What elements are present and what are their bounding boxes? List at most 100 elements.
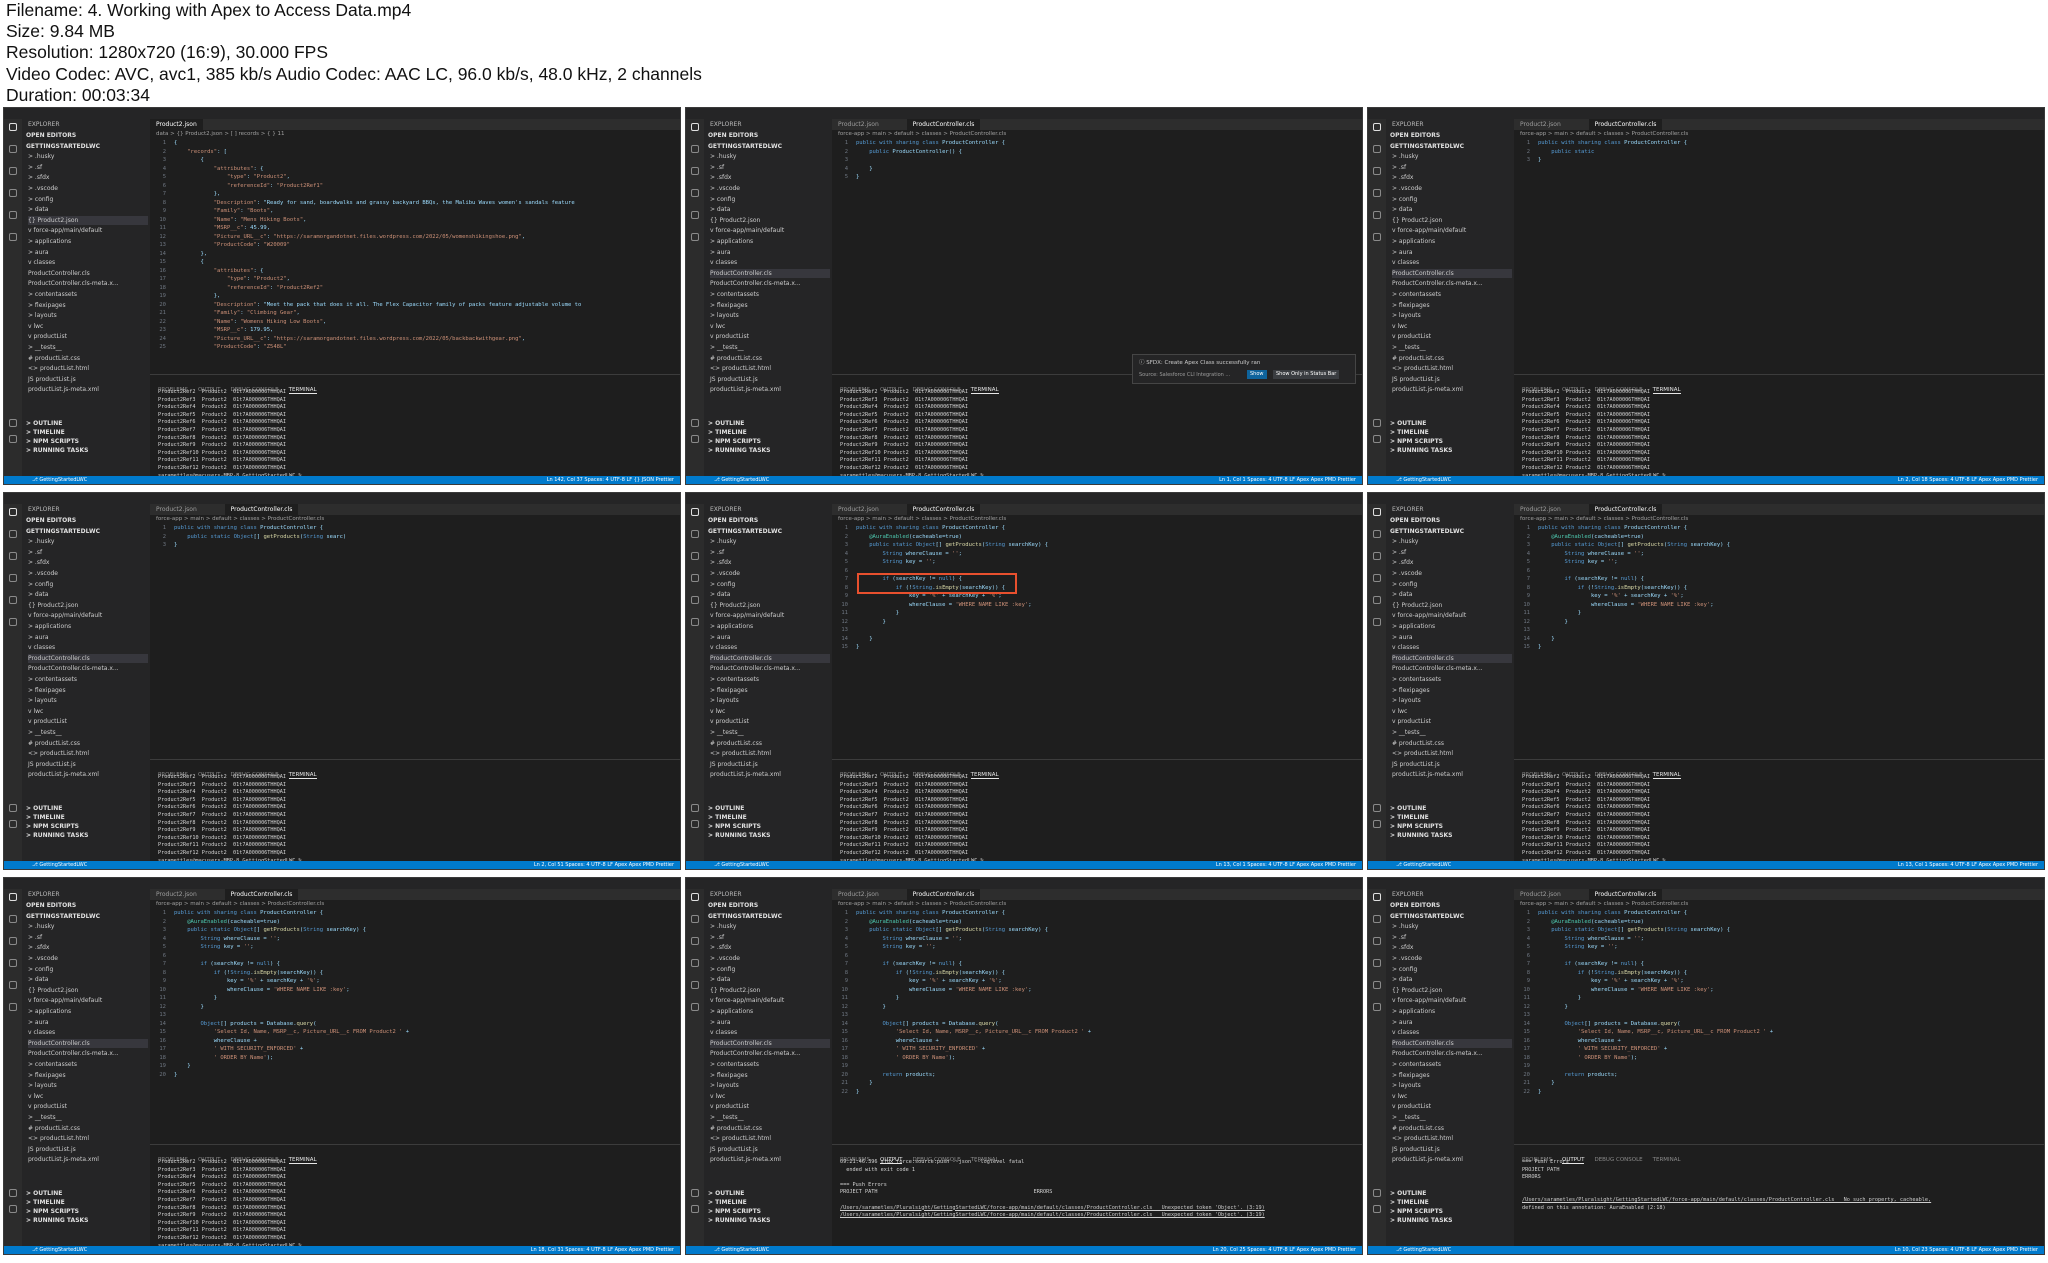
salesforce-icon[interactable]: [9, 1003, 17, 1011]
salesforce-icon[interactable]: [1373, 618, 1381, 626]
explorer-tree-item[interactable]: # productList.css: [28, 739, 148, 748]
breadcrumb[interactable]: force-app > main > default > classes > P…: [1520, 515, 1688, 524]
editor-tab[interactable]: Product2.json: [150, 504, 203, 515]
sidebar-section-outline[interactable]: > OUTLINE: [26, 804, 62, 813]
status-branch[interactable]: ⎇ GettingStartedLWC: [714, 861, 769, 869]
extensions-icon[interactable]: [691, 596, 699, 604]
explorer-tree-item[interactable]: > data: [28, 975, 148, 984]
sidebar-section-outline[interactable]: > OUTLINE: [26, 1189, 62, 1198]
explorer-icon[interactable]: [1373, 123, 1381, 131]
editor-tab[interactable]: Product2.json: [1514, 119, 1567, 130]
breadcrumb[interactable]: force-app > main > default > classes > P…: [1520, 130, 1688, 139]
panel-tab-terminal[interactable]: TERMINAL: [1652, 387, 1681, 394]
editor-tab[interactable]: ProductController.cls: [906, 889, 981, 900]
explorer-tree-item[interactable]: ProductController.cls: [1392, 1038, 1512, 1048]
editor-tab[interactable]: Product2.json: [832, 889, 885, 900]
status-position[interactable]: Ln 13, Col 1 Spaces: 4 UTF-8 LF Apex Ape…: [1898, 861, 2038, 869]
explorer-tree-item[interactable]: # productList.css: [1392, 1124, 1512, 1133]
sidebar-section-running-tasks[interactable]: > RUNNING TASKS: [26, 831, 88, 840]
sidebar-section-npm-scripts[interactable]: > NPM SCRIPTS: [26, 1207, 79, 1216]
sidebar-section-outline[interactable]: > OUTLINE: [1390, 1189, 1426, 1198]
explorer-tree-item[interactable]: <> productList.html: [1392, 1134, 1512, 1143]
explorer-tree-item[interactable]: v productList: [710, 717, 830, 726]
panel-tab-terminal[interactable]: TERMINAL: [1652, 772, 1681, 779]
extensions-icon[interactable]: [691, 981, 699, 989]
panel-tab-terminal[interactable]: TERMINAL: [970, 387, 999, 394]
sidebar-section-outline[interactable]: > OUTLINE: [1390, 419, 1426, 428]
explorer-tree-item[interactable]: > flexipages: [28, 1071, 148, 1080]
explorer-tree-item[interactable]: GETTINGSTARTEDLWC: [708, 142, 828, 151]
editor-tab[interactable]: Product2.json: [1514, 889, 1567, 900]
source-control-icon[interactable]: [1373, 552, 1381, 560]
breadcrumb[interactable]: force-app > main > default > classes > P…: [1520, 900, 1688, 909]
explorer-tree-item[interactable]: > aura: [710, 1018, 830, 1027]
code-editor[interactable]: 1 public with sharing class ProductContro…: [1514, 139, 2044, 371]
search-icon[interactable]: [9, 915, 17, 923]
sidebar-section-npm-scripts[interactable]: > NPM SCRIPTS: [1390, 822, 1443, 831]
source-control-icon[interactable]: [1373, 167, 1381, 175]
extensions-icon[interactable]: [9, 981, 17, 989]
settings-icon[interactable]: [691, 820, 699, 828]
search-icon[interactable]: [1373, 530, 1381, 538]
sidebar-section-running-tasks[interactable]: > RUNNING TASKS: [708, 831, 770, 840]
settings-icon[interactable]: [9, 1205, 17, 1213]
explorer-tree-item[interactable]: > layouts: [1392, 1081, 1512, 1090]
explorer-tree-item[interactable]: v lwc: [28, 322, 148, 331]
explorer-tree-item[interactable]: {} Product2.json: [28, 215, 148, 225]
explorer-tree-item[interactable]: ProductController.cls: [1392, 653, 1512, 663]
explorer-tree-item[interactable]: productList.js-meta.xml: [1392, 385, 1512, 394]
explorer-tree-item[interactable]: {} Product2.json: [710, 216, 830, 225]
search-icon[interactable]: [1373, 145, 1381, 153]
explorer-tree-item[interactable]: > flexipages: [1392, 1071, 1512, 1080]
explorer-tree-item[interactable]: > __tests__: [710, 343, 830, 352]
panel-tab-terminal[interactable]: TERMINAL: [288, 772, 317, 779]
status-branch[interactable]: ⎇ GettingStartedLWC: [1396, 476, 1451, 484]
explorer-tree-item[interactable]: ProductController.cls-meta.x...: [28, 664, 148, 673]
explorer-tree-item[interactable]: ProductController.cls: [710, 653, 830, 663]
explorer-tree-item[interactable]: OPEN EDITORS: [1390, 901, 1510, 910]
explorer-tree-item[interactable]: JS productList.js: [710, 760, 830, 769]
explorer-tree-item[interactable]: <> productList.html: [710, 749, 830, 758]
explorer-tree-item[interactable]: > applications: [28, 622, 148, 631]
explorer-tree-item[interactable]: > .husky: [1392, 152, 1512, 161]
explorer-tree-item[interactable]: > .sfdx: [710, 943, 830, 952]
breadcrumb[interactable]: force-app > main > default > classes > P…: [838, 900, 1006, 909]
explorer-tree-item[interactable]: v productList: [1392, 332, 1512, 341]
sidebar-section-timeline[interactable]: > TIMELINE: [708, 1198, 747, 1207]
explorer-tree-item[interactable]: > contentassets: [28, 675, 148, 684]
account-icon[interactable]: [1373, 419, 1381, 427]
source-control-icon[interactable]: [9, 552, 17, 560]
salesforce-icon[interactable]: [1373, 1003, 1381, 1011]
status-branch[interactable]: ⎇ GettingStartedLWC: [1396, 1246, 1451, 1254]
editor-tab[interactable]: Product2.json: [832, 119, 885, 130]
explorer-tree-item[interactable]: > layouts: [28, 696, 148, 705]
explorer-tree-item[interactable]: > .sfdx: [710, 558, 830, 567]
explorer-tree-item[interactable]: > flexipages: [710, 301, 830, 310]
explorer-tree-item[interactable]: v force-app/main/default: [28, 226, 148, 235]
status-position[interactable]: Ln 13, Col 1 Spaces: 4 UTF-8 LF Apex Ape…: [1216, 861, 1356, 869]
panel-tab-terminal[interactable]: TERMINAL: [970, 772, 999, 779]
explorer-tree-item[interactable]: v classes: [1392, 643, 1512, 652]
explorer-tree-item[interactable]: v classes: [710, 643, 830, 652]
explorer-tree-item[interactable]: > .vscode: [1392, 954, 1512, 963]
salesforce-icon[interactable]: [691, 233, 699, 241]
explorer-tree-item[interactable]: > aura: [1392, 248, 1512, 257]
explorer-tree-item[interactable]: > layouts: [710, 311, 830, 320]
status-branch[interactable]: ⎇ GettingStartedLWC: [32, 476, 87, 484]
explorer-tree-item[interactable]: v productList: [28, 1102, 148, 1111]
explorer-tree-item[interactable]: # productList.css: [1392, 354, 1512, 363]
sidebar-section-timeline[interactable]: > TIMELINE: [708, 813, 747, 822]
sidebar-section-outline[interactable]: > OUTLINE: [708, 804, 744, 813]
explorer-tree-item[interactable]: # productList.css: [1392, 739, 1512, 748]
explorer-tree-item[interactable]: <> productList.html: [710, 364, 830, 373]
editor-tab[interactable]: ProductController.cls: [1588, 119, 1663, 130]
explorer-tree-item[interactable]: v classes: [710, 1028, 830, 1037]
explorer-tree-item[interactable]: > .husky: [1392, 922, 1512, 931]
sidebar-section-running-tasks[interactable]: > RUNNING TASKS: [26, 1216, 88, 1225]
explorer-tree-item[interactable]: ProductController.cls: [1392, 268, 1512, 278]
explorer-tree-item[interactable]: > applications: [710, 1007, 830, 1016]
sidebar-section-npm-scripts[interactable]: > NPM SCRIPTS: [708, 437, 761, 446]
panel-tab-debug-console[interactable]: DEBUG CONSOLE: [1594, 1157, 1642, 1163]
status-branch[interactable]: ⎇ GettingStartedLWC: [714, 1246, 769, 1254]
explorer-tree-item[interactable]: > .vscode: [710, 569, 830, 578]
